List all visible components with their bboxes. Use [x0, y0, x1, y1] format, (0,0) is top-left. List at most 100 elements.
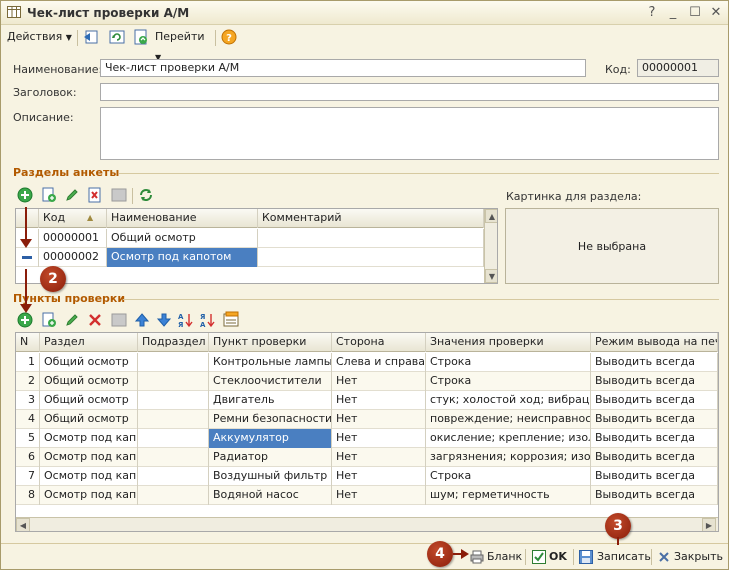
column-section[interactable]: Раздел	[40, 333, 138, 352]
move-up-icon[interactable]	[134, 312, 150, 328]
cell-mode: Выводить всегда	[591, 448, 718, 467]
delete-item-icon[interactable]	[87, 312, 103, 328]
cell-subsection	[138, 467, 209, 486]
refresh-icon[interactable]	[138, 187, 154, 203]
scroll-up-icon[interactable]: ▲	[485, 209, 497, 223]
back-arrow-icon[interactable]	[83, 29, 99, 45]
table-row-selected[interactable]: 00000002 Осмотр под капотом	[16, 248, 484, 267]
annotation-arrowhead-2	[20, 304, 32, 313]
step-badge-3: 3	[605, 513, 631, 539]
maximize-icon[interactable]: ☐	[687, 5, 703, 21]
copy-item-icon[interactable]	[41, 312, 57, 328]
cell-n: 1	[16, 353, 40, 372]
svg-text:А: А	[200, 321, 206, 328]
bottom-bar: Бланк OK Записать Закрыть	[1, 543, 728, 569]
cell-side: Нет	[332, 391, 426, 410]
annotation-arrow-2	[25, 269, 27, 307]
fill-template-icon[interactable]	[223, 311, 241, 328]
column-values[interactable]: Значения проверки	[426, 333, 591, 352]
help-icon[interactable]: ?	[644, 5, 660, 21]
scroll-right-icon[interactable]: ▶	[702, 518, 716, 531]
header-field[interactable]	[100, 83, 719, 101]
table-row[interactable]: 2 Общий осмотр Стеклоочистители Нет Строка Вы…	[16, 372, 718, 391]
name-field[interactable]: Чек-лист проверки А/М	[100, 59, 586, 77]
table-icon	[7, 6, 21, 18]
scroll-down-icon[interactable]: ▼	[485, 269, 497, 283]
actions-label: Действия	[7, 30, 63, 43]
table-row[interactable]: 1 Общий осмотр Контрольные лампы Слева и сп…	[16, 353, 718, 372]
cell-side: Нет	[332, 467, 426, 486]
checkmark-icon	[532, 550, 546, 564]
edit-item-icon[interactable]	[64, 312, 80, 328]
edit-pencil-icon[interactable]	[64, 187, 80, 203]
cell-subsection	[138, 353, 209, 372]
cell-mode: Выводить всегда	[591, 372, 718, 391]
delete-section-icon[interactable]	[87, 187, 103, 203]
cell-subsection	[138, 410, 209, 429]
sort-ascending-icon[interactable]: А Я	[178, 312, 194, 328]
sections-table[interactable]: Код ▲ Наименование Комментарий 00000001 …	[15, 208, 498, 284]
post-disabled-icon[interactable]	[111, 187, 127, 203]
sections-header: Код ▲ Наименование Комментарий	[16, 209, 484, 228]
column-code[interactable]: Код ▲	[39, 209, 107, 228]
column-subsection[interactable]: Подраздел	[138, 333, 209, 352]
cell-values: шум; герметичность	[426, 486, 591, 505]
sort-descending-icon[interactable]: Я А	[200, 312, 216, 328]
goto-menu[interactable]: Перейти ▼	[155, 27, 213, 62]
move-down-icon[interactable]	[156, 312, 172, 328]
refresh-list-icon[interactable]	[109, 29, 125, 45]
sections-vertical-scrollbar[interactable]: ▲ ▼	[484, 209, 497, 283]
checks-table[interactable]: N Раздел Подраздел Пункт проверки Сторон…	[15, 332, 719, 532]
printer-icon	[470, 550, 484, 564]
close-button[interactable]: Закрыть	[658, 548, 723, 566]
description-label: Описание:	[13, 111, 74, 124]
checks-header: N Раздел Подраздел Пункт проверки Сторон…	[16, 333, 718, 352]
description-field[interactable]	[100, 107, 719, 160]
add-item-icon[interactable]	[17, 312, 33, 328]
picture-label: Картинка для раздела:	[506, 190, 642, 203]
title-bar: Чек-лист проверки А/М ? _ ☐ ✕	[1, 1, 728, 25]
minimize-icon[interactable]: _	[665, 5, 681, 21]
cell-values: повреждение; неисправность	[426, 410, 591, 429]
blank-button[interactable]: Бланк	[470, 548, 522, 566]
cell-values: Строка	[426, 353, 591, 372]
cell-values: окисление; крепление; изол...	[426, 429, 591, 448]
table-row[interactable]: 8 Осмотр под кап... Водяной насос Нет шум; г…	[16, 486, 718, 505]
scroll-left-icon[interactable]: ◀	[16, 518, 30, 531]
cell-values: Строка	[426, 372, 591, 391]
step-badge-2: 2	[40, 266, 66, 292]
ok-button[interactable]: OK	[532, 548, 570, 566]
save-button[interactable]: Записать	[579, 548, 651, 566]
section-picture[interactable]: Не выбрана	[505, 208, 719, 284]
table-row[interactable]: 3 Общий осмотр Двигатель Нет стук; холостой …	[16, 391, 718, 410]
column-n[interactable]: N	[16, 333, 40, 352]
column-name[interactable]: Наименование	[107, 209, 258, 228]
column-comment[interactable]: Комментарий	[258, 209, 484, 228]
sections-title: Разделы анкеты	[13, 166, 120, 179]
annotation-arrowhead-4	[461, 549, 469, 559]
table-row[interactable]: 7 Осмотр под кап... Воздушный фильтр Нет Стр…	[16, 467, 718, 486]
copy-section-icon[interactable]	[41, 187, 57, 203]
table-row[interactable]: 4 Общий осмотр Ремни безопасности Нет повреж…	[16, 410, 718, 429]
help-question-icon[interactable]: ?	[221, 29, 237, 45]
annotation-arrow-1	[25, 207, 27, 241]
cell-side: Нет	[332, 372, 426, 391]
document-refresh-icon[interactable]	[133, 29, 149, 45]
column-print-mode[interactable]: Режим вывода на печ	[591, 333, 718, 352]
add-section-icon[interactable]	[17, 187, 33, 203]
svg-text:А: А	[178, 313, 184, 321]
cell-mode: Выводить всегда	[591, 410, 718, 429]
cell-section: Общий осмотр	[40, 372, 138, 391]
disabled-action-icon[interactable]	[111, 312, 127, 328]
dropdown-arrow-icon: ▼	[65, 33, 72, 42]
table-row[interactable]: 5 Осмотр под кап... Аккумулятор Нет окислени…	[16, 429, 718, 448]
annotation-arrow-3	[617, 537, 619, 545]
table-row[interactable]: 6 Осмотр под кап... Радиатор Нет загрязнения…	[16, 448, 718, 467]
table-row[interactable]: 00000001 Общий осмотр	[16, 229, 484, 248]
column-side[interactable]: Сторона	[332, 333, 426, 352]
close-window-icon[interactable]: ✕	[708, 5, 724, 21]
actions-menu[interactable]: Действия ▼	[7, 27, 73, 47]
cell-n: 5	[16, 429, 40, 448]
code-field[interactable]: 00000001	[637, 59, 719, 77]
column-check-item[interactable]: Пункт проверки	[209, 333, 332, 352]
